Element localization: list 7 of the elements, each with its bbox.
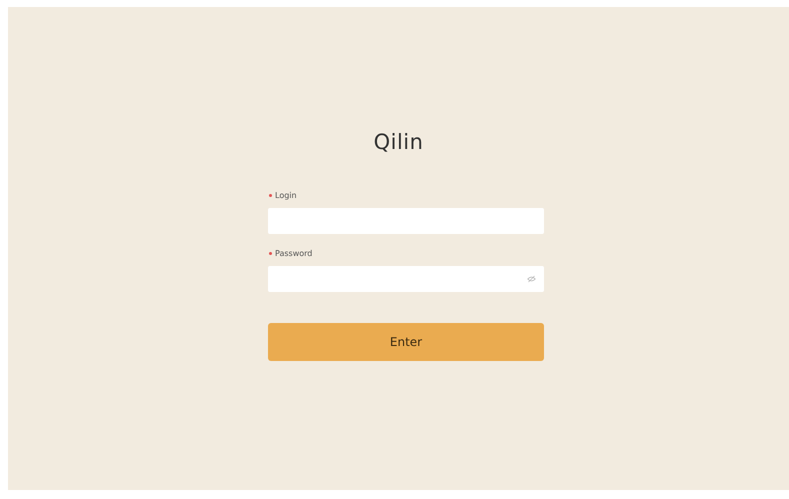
login-field[interactable] — [268, 208, 544, 234]
password-field[interactable] — [268, 266, 544, 292]
field-label: Login — [275, 191, 297, 200]
app-title: Qilin — [374, 130, 424, 154]
hidden-eye-icon[interactable] — [527, 275, 536, 283]
field-label: Password — [275, 249, 312, 258]
enter-button[interactable]: Enter — [268, 323, 544, 361]
